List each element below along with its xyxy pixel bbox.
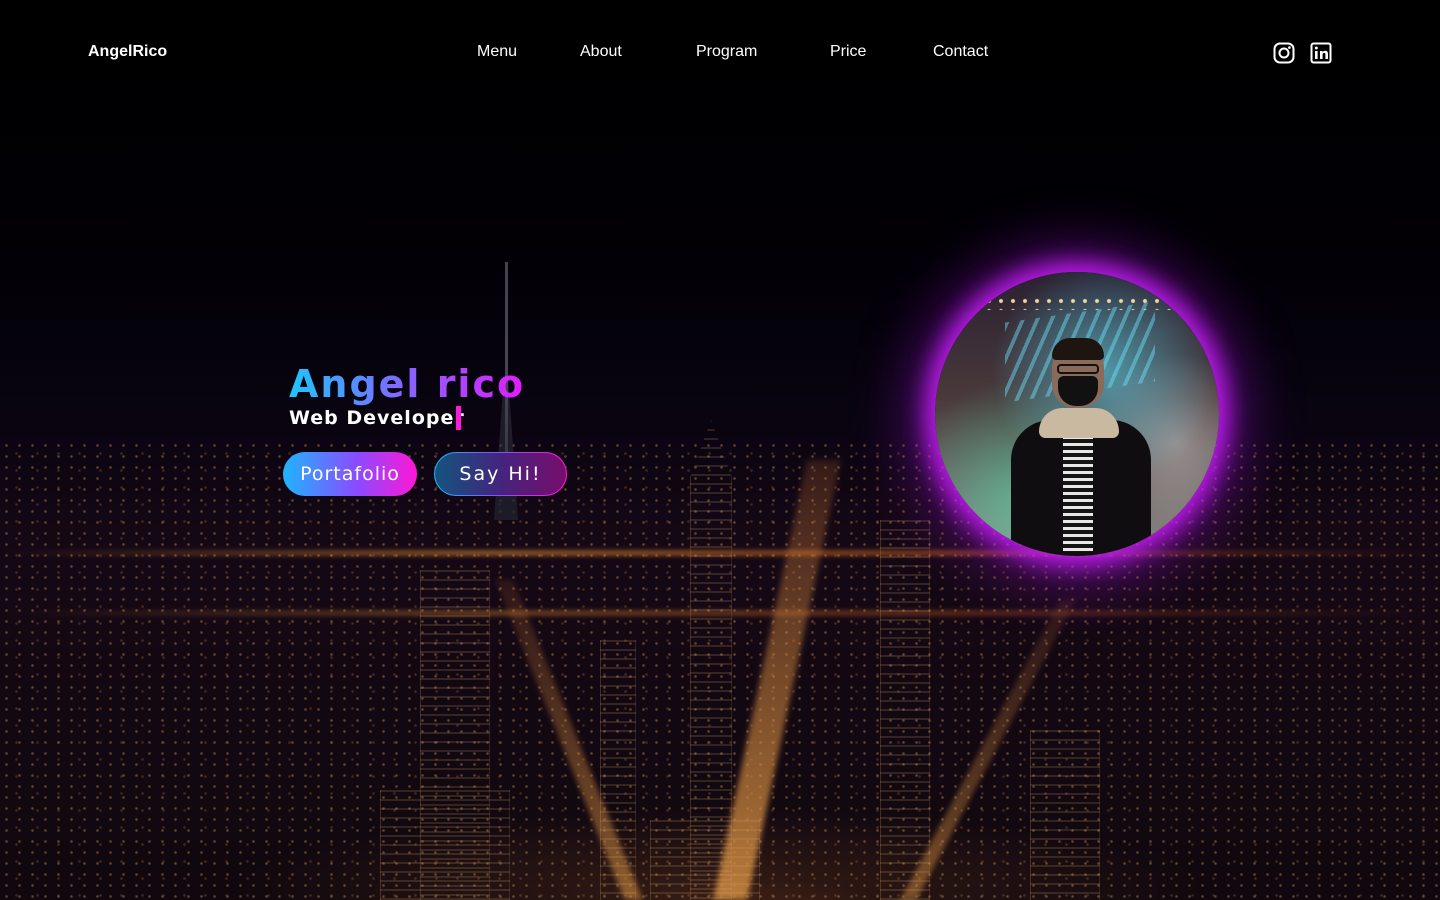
nav-item-price[interactable]: Price	[830, 43, 866, 61]
nav-item-menu[interactable]: Menu	[477, 43, 517, 61]
avatar	[935, 272, 1219, 556]
background-overlay	[0, 0, 1440, 900]
typing-caret	[456, 406, 461, 430]
hero-role: Web Developer	[289, 407, 465, 429]
instagram-icon[interactable]	[1273, 42, 1295, 64]
portfolio-button[interactable]: Portafolio	[283, 452, 417, 496]
main-nav: Menu About Program Price Contact	[0, 43, 1440, 65]
city-background	[0, 0, 1440, 900]
nav-item-contact[interactable]: Contact	[933, 43, 988, 61]
nav-item-about[interactable]: About	[580, 43, 622, 61]
linkedin-icon[interactable]	[1310, 42, 1332, 64]
site-header: AngelRico Menu About Program Price Conta…	[0, 0, 1440, 106]
say-hi-button[interactable]: Say Hi!	[434, 452, 567, 496]
hero-name: Angel rico	[289, 362, 526, 406]
nav-item-program[interactable]: Program	[696, 43, 757, 61]
